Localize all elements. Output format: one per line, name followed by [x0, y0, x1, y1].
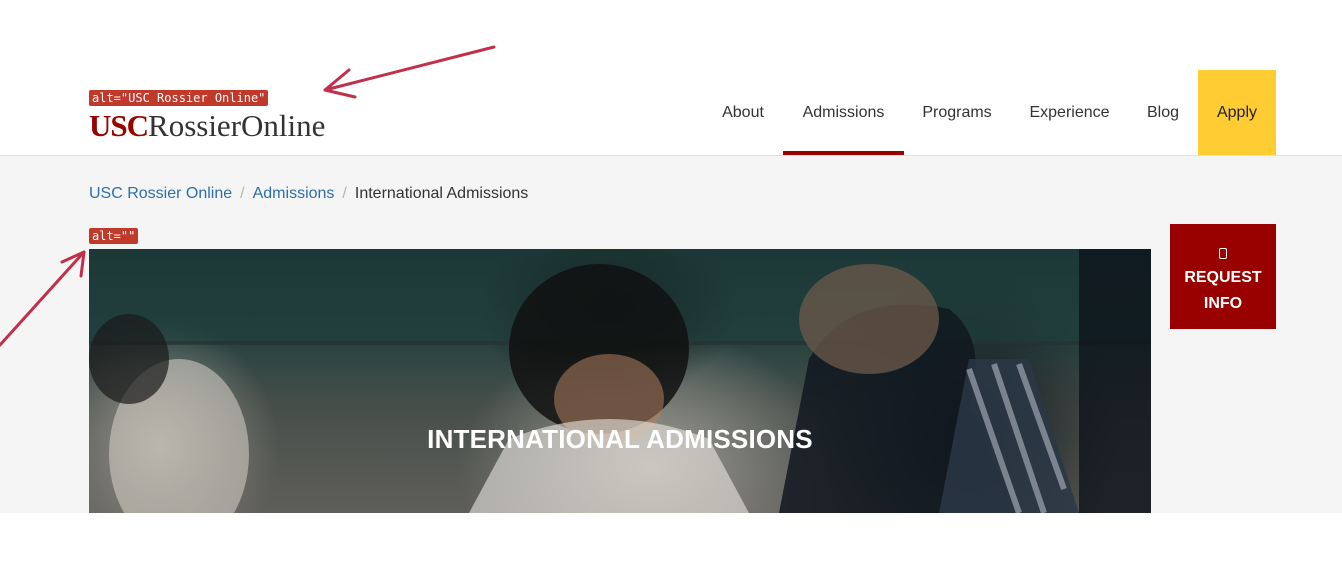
- annotation-arrows: [0, 45, 496, 347]
- arrow-to-hero-alt-icon: [0, 250, 86, 347]
- arrow-to-logo-alt-icon: [323, 45, 496, 92]
